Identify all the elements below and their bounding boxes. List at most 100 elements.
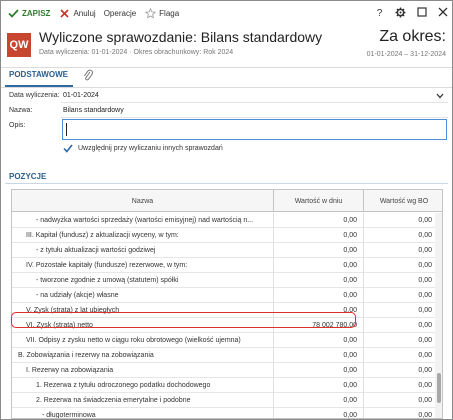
name-label: Nazwa:	[9, 107, 33, 114]
cell-name: 1. Rezerwa z tytułu odroczonego podatku …	[12, 378, 274, 393]
cell-value-bo: 0,00	[418, 412, 432, 419]
cell-value-day: 0,00	[274, 288, 364, 303]
cell-value-bo: 0,00	[418, 367, 432, 374]
cell-name: - nadwyżka wartości sprzedaży (wartości …	[12, 213, 274, 228]
description-label: Opis:	[9, 122, 26, 129]
table-row[interactable]: - nadwyżka wartości sprzedaży (wartości …	[12, 213, 442, 228]
cell-name: - długoterminowa	[12, 408, 274, 418]
cell-value-day: 0,00	[274, 273, 364, 288]
cancel-label: Anuluj	[73, 8, 96, 18]
cell-value-day: 0,00	[274, 348, 364, 363]
table-row[interactable]: I. Rezerwy na zobowiązania 0,00 0,00	[12, 363, 442, 378]
cell-value-bo: 0,00	[418, 307, 432, 314]
app-window: ZAPISZ Anuluj Operacje Flaga ? QW Wylicz…	[0, 0, 453, 420]
cell-value-bo: 0,00	[418, 322, 432, 329]
column-header-name[interactable]: Nazwa	[12, 190, 274, 212]
cell-value-day: 0,00	[274, 333, 364, 348]
cell-value-bo: 0,00	[418, 247, 432, 254]
document-type-badge: QW	[7, 33, 31, 57]
cell-name: VII. Odpisy z zysku netto w ciągu roku o…	[12, 333, 274, 348]
maximize-icon	[416, 7, 427, 19]
positions-grid: Nazwa Wartość w dniu Wartość wg BO - nad…	[11, 189, 443, 419]
cell-value-day: 0,00	[274, 303, 364, 318]
cell-value-bo: 0,00	[418, 217, 432, 224]
cell-value-bo: 0,00	[418, 232, 432, 239]
window-controls: ?	[368, 1, 452, 25]
column-header-value-day[interactable]: Wartość w dniu	[274, 190, 364, 212]
table-row[interactable]: VII. Odpisy z zysku netto w ciągu roku o…	[12, 333, 442, 348]
table-row[interactable]: - długoterminowa 0,00 0,00	[12, 408, 442, 419]
flag-label: Flaga	[159, 8, 180, 18]
date-label: Data wyliczenia:	[9, 92, 60, 99]
cell-value-bo: 0,00	[418, 397, 432, 404]
cell-name: VI. Zysk (strata) netto	[12, 318, 274, 333]
star-icon	[144, 7, 156, 19]
cell-name: IV. Pozostałe kapitały (fundusze) rezerw…	[12, 258, 274, 273]
cell-name: - tworzone zgodnie z umową (statutem) sp…	[12, 273, 274, 288]
cancel-button[interactable]: Anuluj	[54, 1, 99, 25]
name-field[interactable]: Bilans standardowy	[63, 107, 124, 114]
table-row[interactable]: 2. Rezerwa na świadczenia emerytalne i p…	[12, 393, 442, 408]
name-underline	[61, 117, 448, 118]
paperclip-icon	[83, 69, 93, 84]
cell-value-bo: 0,00	[418, 382, 432, 389]
cell-value-day: 0,00	[274, 408, 364, 418]
table-row[interactable]: IV. Pozostałe kapitały (fundusze) rezerw…	[12, 258, 442, 273]
tab-podstawowe[interactable]: PODSTAWOWE	[9, 70, 68, 79]
cell-value-day: 0,00	[274, 363, 364, 378]
save-button[interactable]: ZAPISZ	[1, 1, 54, 25]
cell-name: I. Rezerwy na zobowiązania	[12, 363, 274, 378]
date-underline	[61, 102, 448, 103]
section-divider	[5, 183, 448, 184]
cell-name: B. Zobowiązania i rezerwy na zobowiązani…	[12, 348, 274, 363]
table-row[interactable]: 1. Rezerwa z tytułu odroczonego podatku …	[12, 378, 442, 393]
toolbar: ZAPISZ Anuluj Operacje Flaga ?	[1, 1, 452, 25]
table-row[interactable]: - z tytułu aktualizacji wartości godziwe…	[12, 243, 442, 258]
table-row[interactable]: - tworzone zgodnie z umową (statutem) sp…	[12, 273, 442, 288]
table-row[interactable]: III. Kapitał (fundusz) z aktualizacji wy…	[12, 228, 442, 243]
cell-value-day: 0,00	[274, 243, 364, 258]
tab-attachments[interactable]	[83, 69, 95, 83]
cell-name: - na udziały (akcje) własne	[12, 288, 274, 303]
include-in-other-reports-checkbox[interactable]	[63, 144, 73, 154]
cell-value-day: 0,00	[274, 258, 364, 273]
description-input[interactable]	[62, 119, 447, 140]
cell-value-day: 0,00	[274, 228, 364, 243]
settings-button[interactable]	[391, 1, 410, 25]
scrollbar-thumb[interactable]	[437, 373, 441, 403]
flag-button[interactable]: Flaga	[140, 1, 183, 25]
close-button[interactable]	[433, 1, 452, 25]
checkmark-icon	[63, 144, 73, 153]
chevron-down-icon[interactable]	[436, 92, 444, 99]
operations-menu[interactable]: Operacje	[100, 1, 140, 25]
table-row[interactable]: - na udziały (akcje) własne 0,00 0,00	[12, 288, 442, 303]
period-range: 01-01-2024 – 31-12-2024	[366, 51, 446, 58]
help-button[interactable]: ?	[370, 1, 389, 25]
grid-scrollbar[interactable]	[435, 213, 442, 418]
date-select[interactable]: 01-01-2024	[63, 92, 99, 99]
cell-value-bo: 0,00	[418, 292, 432, 299]
page-title: Wyliczone sprawozdanie: Bilans standardo…	[39, 29, 323, 45]
cell-value-day: 0,00	[274, 213, 364, 228]
cell-value-bo: 0,00	[418, 337, 432, 344]
table-row[interactable]: VI. Zysk (strata) netto 78 002 780,00 0,00	[12, 318, 442, 333]
page-subtitle: Data wyliczenia: 01-01-2024 · Okres obra…	[39, 49, 234, 56]
save-label: ZAPISZ	[22, 8, 51, 18]
table-row[interactable]: V. Zysk (strata) z lat ubiegłych 0,00 0,00	[12, 303, 442, 318]
cell-value-bo: 0,00	[418, 277, 432, 284]
cell-value-day: 0,00	[274, 378, 364, 393]
cell-name: - z tytułu aktualizacji wartości godziwe…	[12, 243, 274, 258]
cell-name: 2. Rezerwa na świadczenia emerytalne i p…	[12, 393, 274, 408]
column-header-value-bo[interactable]: Wartość wg BO	[364, 190, 442, 212]
question-icon: ?	[376, 7, 383, 19]
cell-name: V. Zysk (strata) z lat ubiegłych	[12, 303, 274, 318]
text-caret	[66, 123, 67, 136]
maximize-button[interactable]	[412, 1, 431, 25]
gear-icon	[395, 7, 406, 20]
cell-name: III. Kapitał (fundusz) z aktualizacji wy…	[12, 228, 274, 243]
cell-value-day: 78 002 780,00	[274, 318, 364, 333]
operations-label: Operacje	[103, 8, 137, 18]
section-title: POZYCJE	[9, 172, 47, 181]
period-label: Za okres:	[379, 28, 446, 45]
table-row[interactable]: B. Zobowiązania i rezerwy na zobowiązani…	[12, 348, 442, 363]
